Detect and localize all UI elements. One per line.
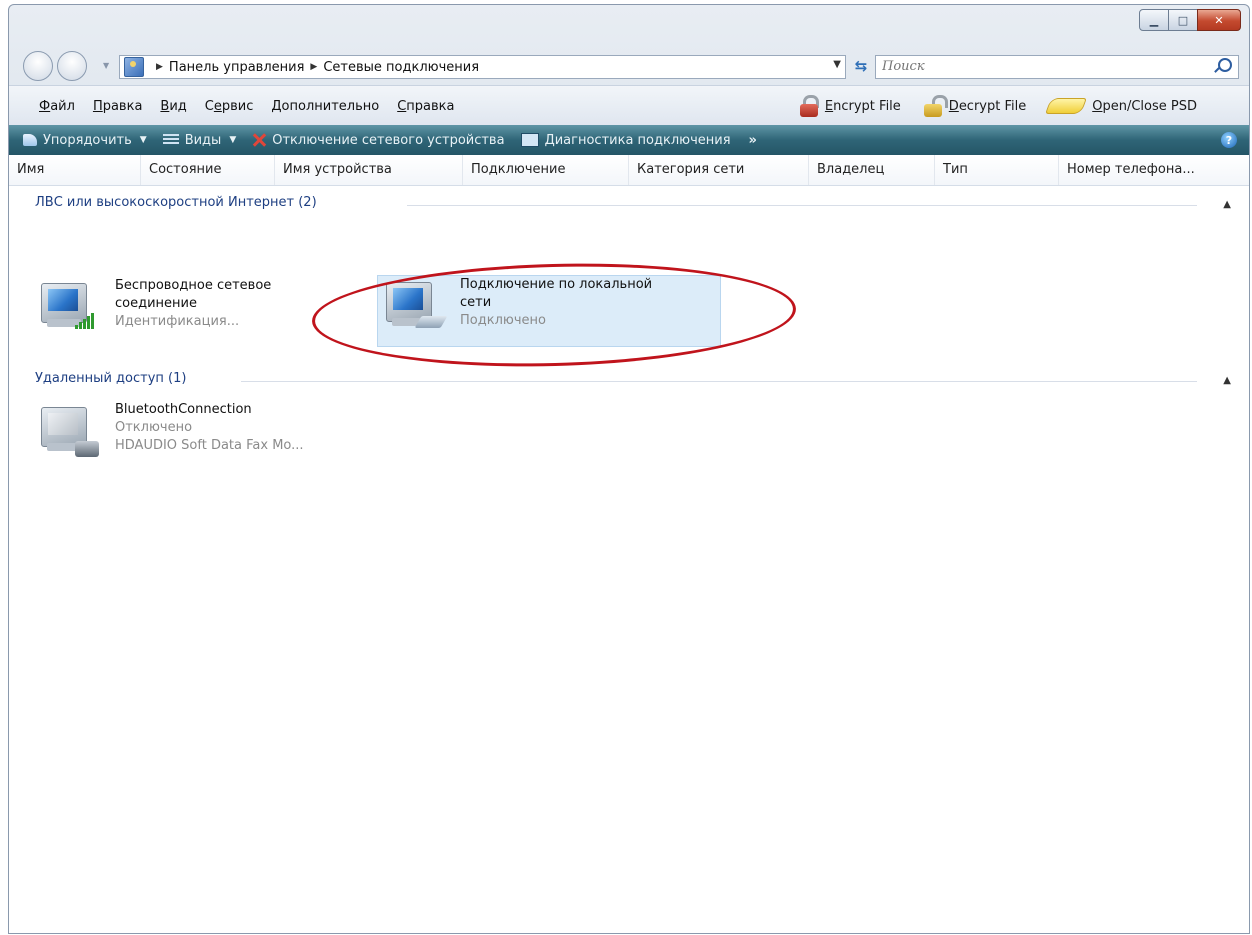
menu-tools[interactable]: Сервис <box>205 99 254 114</box>
command-bar: Упорядочить ▼ Виды ▼ Отключение сетевого… <box>9 125 1249 155</box>
encrypt-lock-icon <box>799 95 819 117</box>
diagnose-connection-button[interactable]: Диагностика подключения <box>520 133 731 148</box>
item-name: Беспроводное сетевое <box>115 278 272 293</box>
group-header-lan[interactable]: ЛВС или высокоскоростной Интернет (2) <box>35 195 317 210</box>
group-divider <box>407 205 1197 206</box>
search-input[interactable] <box>876 56 1208 76</box>
organize-button[interactable]: Упорядочить ▼ <box>23 133 147 148</box>
item-name: BluetoothConnection <box>115 402 252 417</box>
views-icon <box>162 134 179 146</box>
chevron-down-icon: ▼ <box>139 135 147 145</box>
column-device-name[interactable]: Имя устройства <box>275 155 463 185</box>
decrypt-lock-icon <box>923 95 948 117</box>
breadcrumb-arrow-icon[interactable]: ▶ <box>310 62 317 72</box>
breadcrumb-network-connections[interactable]: Сетевые подключения <box>323 60 479 75</box>
list-item-wireless[interactable]: Беспроводное сетевое соединение Идентифи… <box>33 277 313 343</box>
open-close-psd-button[interactable]: Open/Close PSD <box>1045 98 1197 114</box>
item-name: Подключение по локальной <box>460 277 653 292</box>
refresh-icon: ⇆ <box>854 57 868 75</box>
window-controls: ▁ □ ✕ <box>1139 9 1241 31</box>
file-list: Имя Состояние Имя устройства Подключение… <box>9 155 1249 933</box>
disable-network-device-button[interactable]: Отключение сетевого устройства <box>252 133 504 148</box>
organize-icon <box>23 134 37 146</box>
close-button[interactable]: ✕ <box>1197 9 1241 31</box>
menu-view[interactable]: Вид <box>160 99 186 114</box>
breadcrumb-control-panel[interactable]: Панель управления <box>169 60 305 75</box>
chevron-down-icon: ▼ <box>229 135 237 145</box>
group-header-remote-access[interactable]: Удаленный доступ (1) <box>35 371 186 386</box>
group-divider <box>241 381 1197 382</box>
collapse-group-icon[interactable]: ▲ <box>1223 199 1231 210</box>
menu-advanced[interactable]: Дополнительно <box>271 99 379 114</box>
column-network-category[interactable]: Категория сети <box>629 155 809 185</box>
menu-edit[interactable]: Правка <box>93 99 142 114</box>
column-type[interactable]: Тип <box>935 155 1059 185</box>
refresh-button[interactable]: ⇆ <box>849 55 873 77</box>
help-icon[interactable]: ? <box>1221 132 1237 148</box>
maximize-button[interactable]: □ <box>1168 9 1198 31</box>
menu-bar: Файл Правка Вид Сервис Дополнительно Спр… <box>9 85 1249 126</box>
navigation-row: ▼ ▶ Панель управления ▶ Сетевые подключе… <box>9 43 1249 83</box>
minimize-button[interactable]: ▁ <box>1139 9 1169 31</box>
maximize-icon: □ <box>1177 13 1189 27</box>
column-headers: Имя Состояние Имя устройства Подключение… <box>9 155 1249 186</box>
search-icon[interactable] <box>1218 58 1232 72</box>
list-item-bluetooth[interactable]: BluetoothConnection Отключено HDAUDIO So… <box>33 401 393 467</box>
collapse-group-icon[interactable]: ▲ <box>1223 375 1231 386</box>
item-status: Отключено <box>115 420 193 435</box>
views-button[interactable]: Виды ▼ <box>162 133 237 148</box>
close-icon: ✕ <box>1214 13 1224 27</box>
diagnose-icon <box>520 133 539 147</box>
item-name-cont: соединение <box>115 296 197 311</box>
back-button[interactable] <box>23 51 53 81</box>
search-box[interactable] <box>875 55 1239 79</box>
column-owner[interactable]: Владелец <box>809 155 935 185</box>
column-name[interactable]: Имя <box>9 155 141 185</box>
address-dropdown-icon[interactable]: ▼ <box>833 59 841 70</box>
decrypt-file-button[interactable]: Decrypt File <box>923 95 1026 117</box>
column-connection[interactable]: Подключение <box>463 155 629 185</box>
menu-file[interactable]: Файл <box>39 99 75 114</box>
encrypt-file-button[interactable]: Encrypt File <box>799 95 901 117</box>
forward-button[interactable] <box>57 51 87 81</box>
dialup-connection-icon <box>33 401 109 467</box>
address-bar[interactable]: ▶ Панель управления ▶ Сетевые подключени… <box>119 55 846 79</box>
wireless-connection-icon <box>33 277 109 343</box>
lan-connection-icon <box>378 276 454 342</box>
title-bar: ▁ □ ✕ <box>9 5 1249 43</box>
recent-pages-dropdown[interactable]: ▼ <box>103 61 111 70</box>
item-device: HDAUDIO Soft Data Fax Mo... <box>115 438 304 453</box>
psd-icon <box>1045 98 1088 114</box>
disable-x-icon <box>252 133 266 147</box>
menu-help[interactable]: Справка <box>397 99 454 114</box>
explorer-window: ▁ □ ✕ ▼ ▶ Панель управления ▶ Сетевые по… <box>8 4 1250 934</box>
column-status[interactable]: Состояние <box>141 155 275 185</box>
list-item-local-area-connection[interactable]: Подключение по локальной сети Подключено <box>377 275 721 347</box>
more-commands-button[interactable]: » <box>749 133 757 148</box>
item-status: Идентификация... <box>115 314 240 329</box>
control-panel-icon <box>124 57 144 77</box>
menu-tools-area: Encrypt File Decrypt File Open/Close PSD <box>777 86 1197 126</box>
item-status: Подключено <box>460 313 546 328</box>
minimize-icon: ▁ <box>1149 13 1159 27</box>
item-name-cont: сети <box>460 295 492 310</box>
column-phone-number[interactable]: Номер телефона... <box>1059 155 1249 185</box>
breadcrumb-arrow-icon[interactable]: ▶ <box>156 62 163 72</box>
